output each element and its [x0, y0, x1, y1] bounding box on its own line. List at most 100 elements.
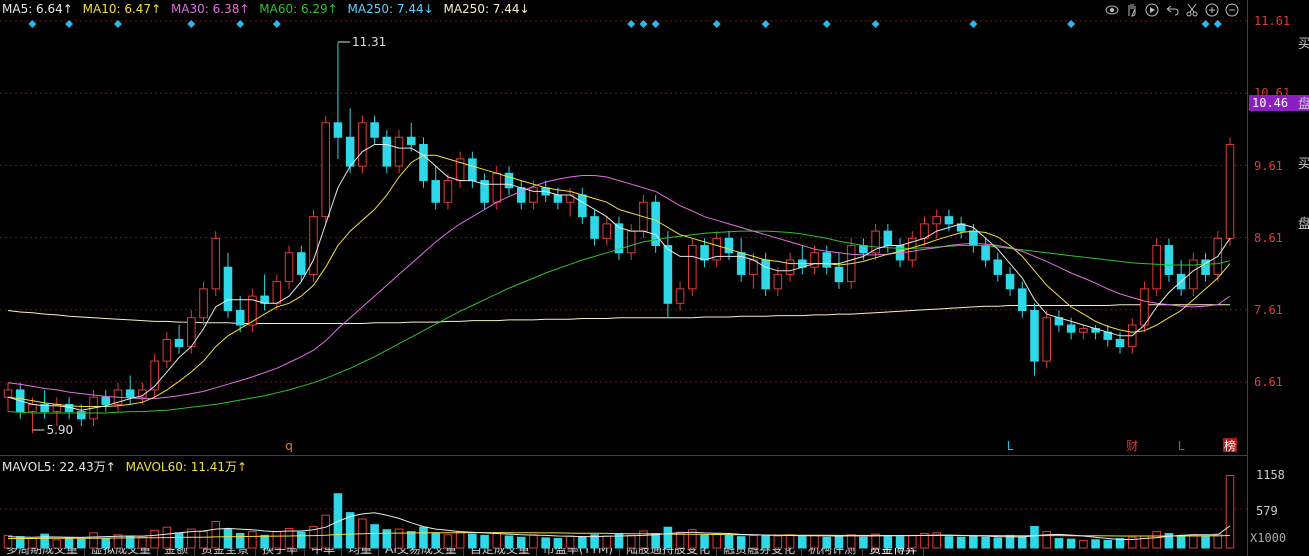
volume-bar: [296, 531, 306, 549]
event-finance-marker: 财: [1126, 439, 1138, 453]
signal-diamond: [627, 20, 636, 28]
candle-body: [162, 338, 172, 362]
volume-tick: 579: [1256, 504, 1278, 518]
right-panel-strip[interactable]: 买 盘 买 盘: [1298, 0, 1309, 556]
tab-indicator[interactable]: 自定成交量: [464, 548, 537, 556]
tab-indicator[interactable]: 多周期成交量: [0, 548, 86, 556]
tab-indicator[interactable]: 金额: [158, 548, 196, 556]
volume-bar: [773, 535, 783, 549]
candle-body: [174, 338, 184, 348]
volume-bar: [1152, 531, 1161, 549]
candle-body: [663, 245, 673, 304]
signal-diamond: [651, 20, 660, 28]
volume-bar: [846, 534, 856, 549]
ma5-line: [7, 144, 1231, 411]
volume-bar: [981, 536, 990, 549]
volume-bar: [223, 528, 233, 549]
volume-bar: [626, 534, 636, 549]
price-tick: 9.61: [1254, 159, 1283, 173]
tab-indicator[interactable]: 换手率: [256, 548, 306, 556]
volume-bar: [822, 536, 832, 549]
low-price-label: 5.90: [46, 423, 73, 437]
volume-bar: [529, 534, 538, 549]
candle-body: [211, 237, 221, 290]
volume-bar: [602, 535, 612, 549]
candle-body: [1189, 259, 1198, 290]
candle-body: [883, 230, 893, 247]
candle-body: [602, 223, 612, 239]
volume-bar: [40, 533, 49, 549]
volume-bar: [1017, 536, 1027, 549]
volume-unit: X1000: [1250, 531, 1287, 545]
volume-bar: [138, 536, 147, 549]
volume-legend: MAVOL5: 22.43万↑ MAVOL60: 11.41万↑: [2, 458, 247, 475]
volume-bar: [199, 531, 208, 549]
candle-body: [529, 187, 538, 203]
candle-body: [492, 172, 502, 203]
right-strip-label: 盘: [1298, 97, 1309, 112]
volume-bar: [1030, 526, 1039, 549]
volume-bar: [89, 532, 98, 549]
volume-bar: [1201, 535, 1210, 549]
tab-indicator[interactable]: AI交易成交量: [379, 548, 464, 556]
candle-body: [345, 136, 355, 167]
candle-body: [553, 194, 563, 203]
volume-bar: [64, 537, 74, 549]
candle-body: [419, 143, 428, 182]
volume-bar: [431, 532, 440, 549]
candle-body: [309, 216, 318, 275]
candlesticks: [3, 42, 1235, 434]
price-tick: 8.61: [1254, 231, 1283, 245]
candle-body: [761, 259, 770, 290]
volume-bar: [468, 533, 477, 549]
signal-diamond: [822, 20, 831, 28]
volume-bar: [1091, 539, 1100, 549]
ma-lines: [7, 144, 1231, 414]
tab-indicator[interactable]: 陆股通持股变化: [620, 548, 718, 556]
candle-body: [3, 389, 13, 398]
candle-body: [1030, 310, 1039, 362]
signal-diamond: [871, 20, 880, 28]
candle-body: [700, 245, 709, 261]
volume-bar: [419, 526, 428, 549]
tab-indicator-active[interactable]: 资金博弈: [863, 548, 925, 556]
volume-bar: [1176, 534, 1186, 549]
candle-body: [773, 273, 783, 290]
tab-indicator[interactable]: 虚拟成交量: [85, 548, 159, 556]
tab-indicator[interactable]: 中单: [305, 548, 343, 556]
volume-bar: [651, 532, 660, 549]
tab-indicator[interactable]: 资金全景: [195, 548, 257, 556]
volume-bar: [516, 536, 526, 549]
tab-indicator[interactable]: 融资融券变化: [717, 548, 803, 556]
price-tick: 11.61: [1254, 14, 1291, 28]
candle-body: [284, 252, 294, 283]
volume-bar: [883, 535, 893, 549]
candle-body: [822, 252, 832, 268]
signal-diamond: [236, 20, 245, 28]
volume-bar: [761, 534, 770, 549]
candle-body: [443, 180, 453, 203]
candle-body: [333, 122, 343, 138]
tab-indicator[interactable]: 市盈率(TTM): [537, 548, 621, 556]
candle-body: [468, 158, 477, 182]
candle-body: [28, 403, 37, 413]
volume-tick: 1158: [1256, 468, 1285, 482]
candle-body: [358, 122, 367, 167]
candle-body: [1164, 245, 1174, 275]
candle-body: [1225, 143, 1235, 239]
volume-bar: [1066, 538, 1076, 549]
indicator-tabs: 多周期成交量 虚拟成交量 金额 资金全景 换手率 中单 均量 AI交易成交量 自…: [0, 548, 1248, 556]
candle-body: [590, 216, 599, 239]
candle-body: [785, 259, 795, 275]
event-l-marker: L: [1007, 439, 1014, 453]
event-rank-marker: 榜: [1224, 438, 1236, 453]
volume-bar: [907, 534, 917, 549]
tab-indicator[interactable]: 机构评测: [802, 548, 864, 556]
candle-body: [688, 245, 697, 290]
tab-indicator[interactable]: 均量: [342, 548, 380, 556]
right-strip-label: 买: [1298, 37, 1309, 52]
right-strip-label: 买: [1298, 157, 1309, 172]
candle-body: [834, 266, 844, 283]
volume-bar: [272, 531, 282, 549]
volume-bar: [211, 521, 221, 549]
